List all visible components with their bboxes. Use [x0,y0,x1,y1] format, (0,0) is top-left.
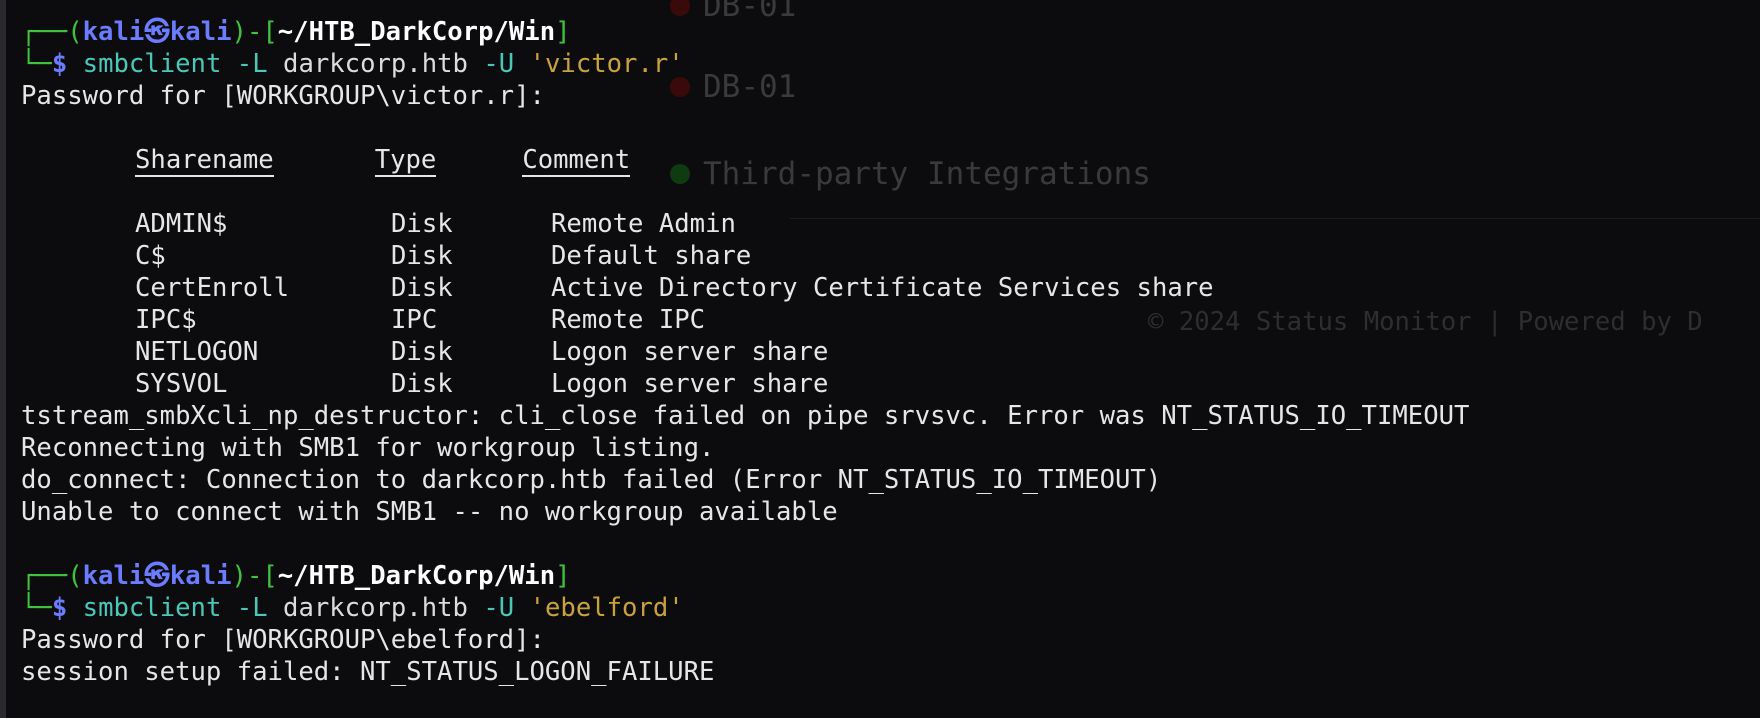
column-header-type: Type [374,145,437,177]
command-line: └─$ smbclient -L darkcorp.htb -U 'victor… [21,49,684,79]
column-header-sharename: Sharename [135,145,274,177]
output-line: session setup failed: NT_STATUS_LOGON_FA… [21,657,715,687]
output-line: tstream_smbXcli_np_destructor: cli_close… [21,401,1470,431]
prompt-host: kali [169,17,232,47]
prompt-host: kali [169,561,232,591]
prompt-line: ┌──(kali㉿kali)-[~/HTB_DarkCorp/Win] [21,17,571,47]
table-header: Sharename Type Comment [21,144,1756,177]
terminal-output[interactable]: ┌──(kali㉿kali)-[~/HTB_DarkCorp/Win] └─$ … [21,16,1756,688]
output-line: Unable to connect with SMB1 -- no workgr… [21,497,838,527]
output-line: Password for [WORKGROUP\victor.r]: [21,81,545,111]
output-line: Reconnecting with SMB1 for workgroup lis… [21,433,715,463]
window-left-edge [0,0,6,718]
prompt-path: ~/HTB_DarkCorp/Win [277,17,556,47]
output-line: do_connect: Connection to darkcorp.htb f… [21,465,1162,495]
table-row: SYSVOL Disk Logon server share [135,369,829,399]
kali-symbol-icon: ㉿ [144,17,170,47]
table-row: IPC$ IPC Remote IPC [135,305,706,335]
table-row: ADMIN$ Disk Remote Admin [135,209,736,239]
table-row: C$ Disk Default share [135,241,752,271]
table-row: CertEnroll Disk Active Directory Certifica… [135,273,1214,303]
output-line: Password for [WORKGROUP\ebelford]: [21,625,545,655]
status-dot-icon [670,0,690,16]
prompt-line: ┌──(kali㉿kali)-[~/HTB_DarkCorp/Win] [21,561,571,591]
kali-symbol-icon: ㉿ [144,561,170,591]
prompt-user: kali [82,17,145,47]
command-name: smbclient [82,49,222,79]
prompt-user: kali [82,561,145,591]
command-line: └─$ smbclient -L darkcorp.htb -U 'ebelfo… [21,593,684,623]
command-name: smbclient [82,593,222,623]
table-row: NETLOGON Disk Logon server share [135,337,829,367]
column-header-comment: Comment [522,145,631,177]
prompt-path: ~/HTB_DarkCorp/Win [277,561,556,591]
